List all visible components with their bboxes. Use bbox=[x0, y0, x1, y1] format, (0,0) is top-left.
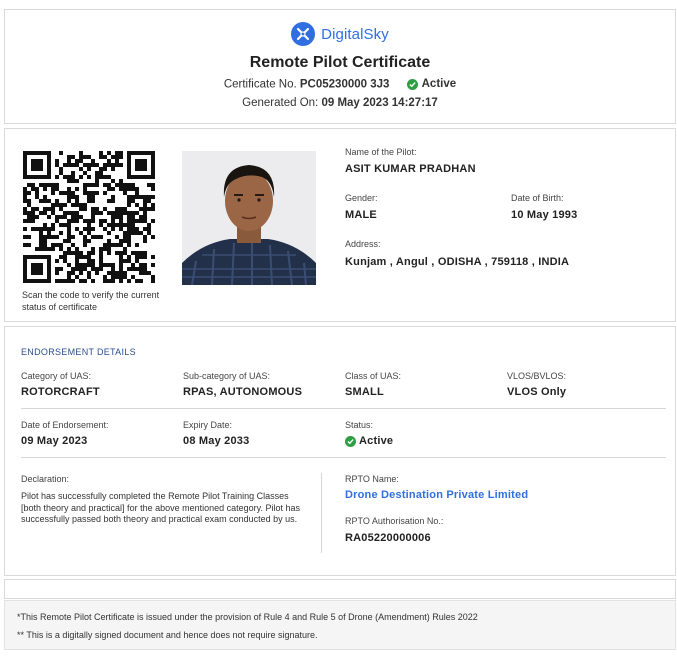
cert-no-value: PC05230000 3J3 bbox=[299, 78, 390, 91]
footer-note-2: ** This is a digitally signed document a… bbox=[17, 630, 318, 640]
address-label: Address: bbox=[345, 239, 381, 249]
gender-label: Gender: bbox=[345, 193, 378, 203]
certificate-number-line: Certificate No. PC05230000 3J3 Active bbox=[5, 78, 675, 91]
generated-value: 09 May 2023 14:27:17 bbox=[321, 97, 438, 109]
section-title: ENDORSEMENT DETAILS bbox=[21, 347, 136, 357]
generated-label: Generated On: bbox=[242, 97, 319, 109]
spacer-panel bbox=[4, 579, 676, 599]
cert-no-label: Certificate No. bbox=[223, 78, 297, 91]
footer-notes: *This Remote Pilot Certificate is issued… bbox=[4, 600, 676, 650]
expiry-label: Expiry Date: bbox=[183, 420, 233, 430]
qr-caption: Scan the code to verify the current stat… bbox=[22, 290, 160, 312]
check-circle-icon bbox=[345, 435, 356, 447]
pilot-name: ASIT KUMAR PRADHAN bbox=[345, 163, 476, 175]
brand: DigitalSky bbox=[5, 22, 675, 46]
brand-name: DigitalSky bbox=[321, 25, 389, 43]
category-label: Category of UAS: bbox=[21, 371, 92, 381]
pilot-photo bbox=[182, 151, 316, 285]
declaration-text: Pilot has successfully completed the Rem… bbox=[21, 491, 300, 524]
endorsement-date-value: 09 May 2023 bbox=[21, 435, 88, 447]
divider bbox=[21, 457, 666, 458]
divider bbox=[21, 408, 666, 409]
footer-note-1: *This Remote Pilot Certificate is issued… bbox=[17, 612, 478, 622]
page-title: Remote Pilot Certificate bbox=[249, 54, 431, 71]
vlos-value: VLOS Only bbox=[507, 386, 567, 398]
endorsement-details: ENDORSEMENT DETAILS Category of UAS: ROT… bbox=[4, 326, 676, 576]
declaration-label: Declaration: bbox=[21, 474, 70, 484]
digitalsky-logo-icon bbox=[291, 22, 316, 46]
address-value: Kunjam , Angul , ODISHA , 759118 , INDIA bbox=[345, 256, 570, 268]
name-label: Name of the Pilot: bbox=[345, 147, 417, 157]
status-text: Active bbox=[359, 435, 394, 447]
status-text: Active bbox=[421, 78, 457, 90]
check-circle-icon bbox=[406, 78, 418, 90]
vertical-divider bbox=[321, 473, 322, 553]
gender-value: MALE bbox=[345, 209, 377, 221]
certificate-header: DigitalSky Remote Pilot Certificate Cert… bbox=[4, 9, 676, 124]
subcategory-value: RPAS, AUTONOMOUS bbox=[183, 386, 303, 398]
status-label: Status: bbox=[345, 420, 374, 430]
generated-on-line: Generated On: 09 May 2023 14:27:17 bbox=[5, 97, 675, 109]
rpto-name-label: RPTO Name: bbox=[345, 474, 399, 484]
endorsement-date-label: Date of Endorsement: bbox=[21, 420, 109, 430]
rpto-name-link[interactable]: Drone Destination Private Limited bbox=[345, 489, 528, 501]
qr-code[interactable] bbox=[23, 151, 155, 283]
vlos-label: VLOS/BVLOS: bbox=[507, 371, 567, 381]
rpto-auth-label: RPTO Authorisation No.: bbox=[345, 516, 444, 526]
subcategory-label: Sub-category of UAS: bbox=[183, 371, 271, 381]
class-value: SMALL bbox=[345, 386, 384, 398]
expiry-value: 08 May 2033 bbox=[183, 435, 250, 447]
status-badge: Active bbox=[345, 435, 393, 447]
dob-label: Date of Birth: bbox=[511, 193, 564, 203]
rpto-auth-value: RA05220000006 bbox=[345, 532, 431, 544]
class-label: Class of UAS: bbox=[345, 371, 402, 381]
pilot-details: Scan the code to verify the current stat… bbox=[4, 128, 676, 322]
status-badge: Active bbox=[406, 78, 457, 90]
category-value: ROTORCRAFT bbox=[21, 386, 100, 398]
dob-value: 10 May 1993 bbox=[511, 209, 578, 221]
